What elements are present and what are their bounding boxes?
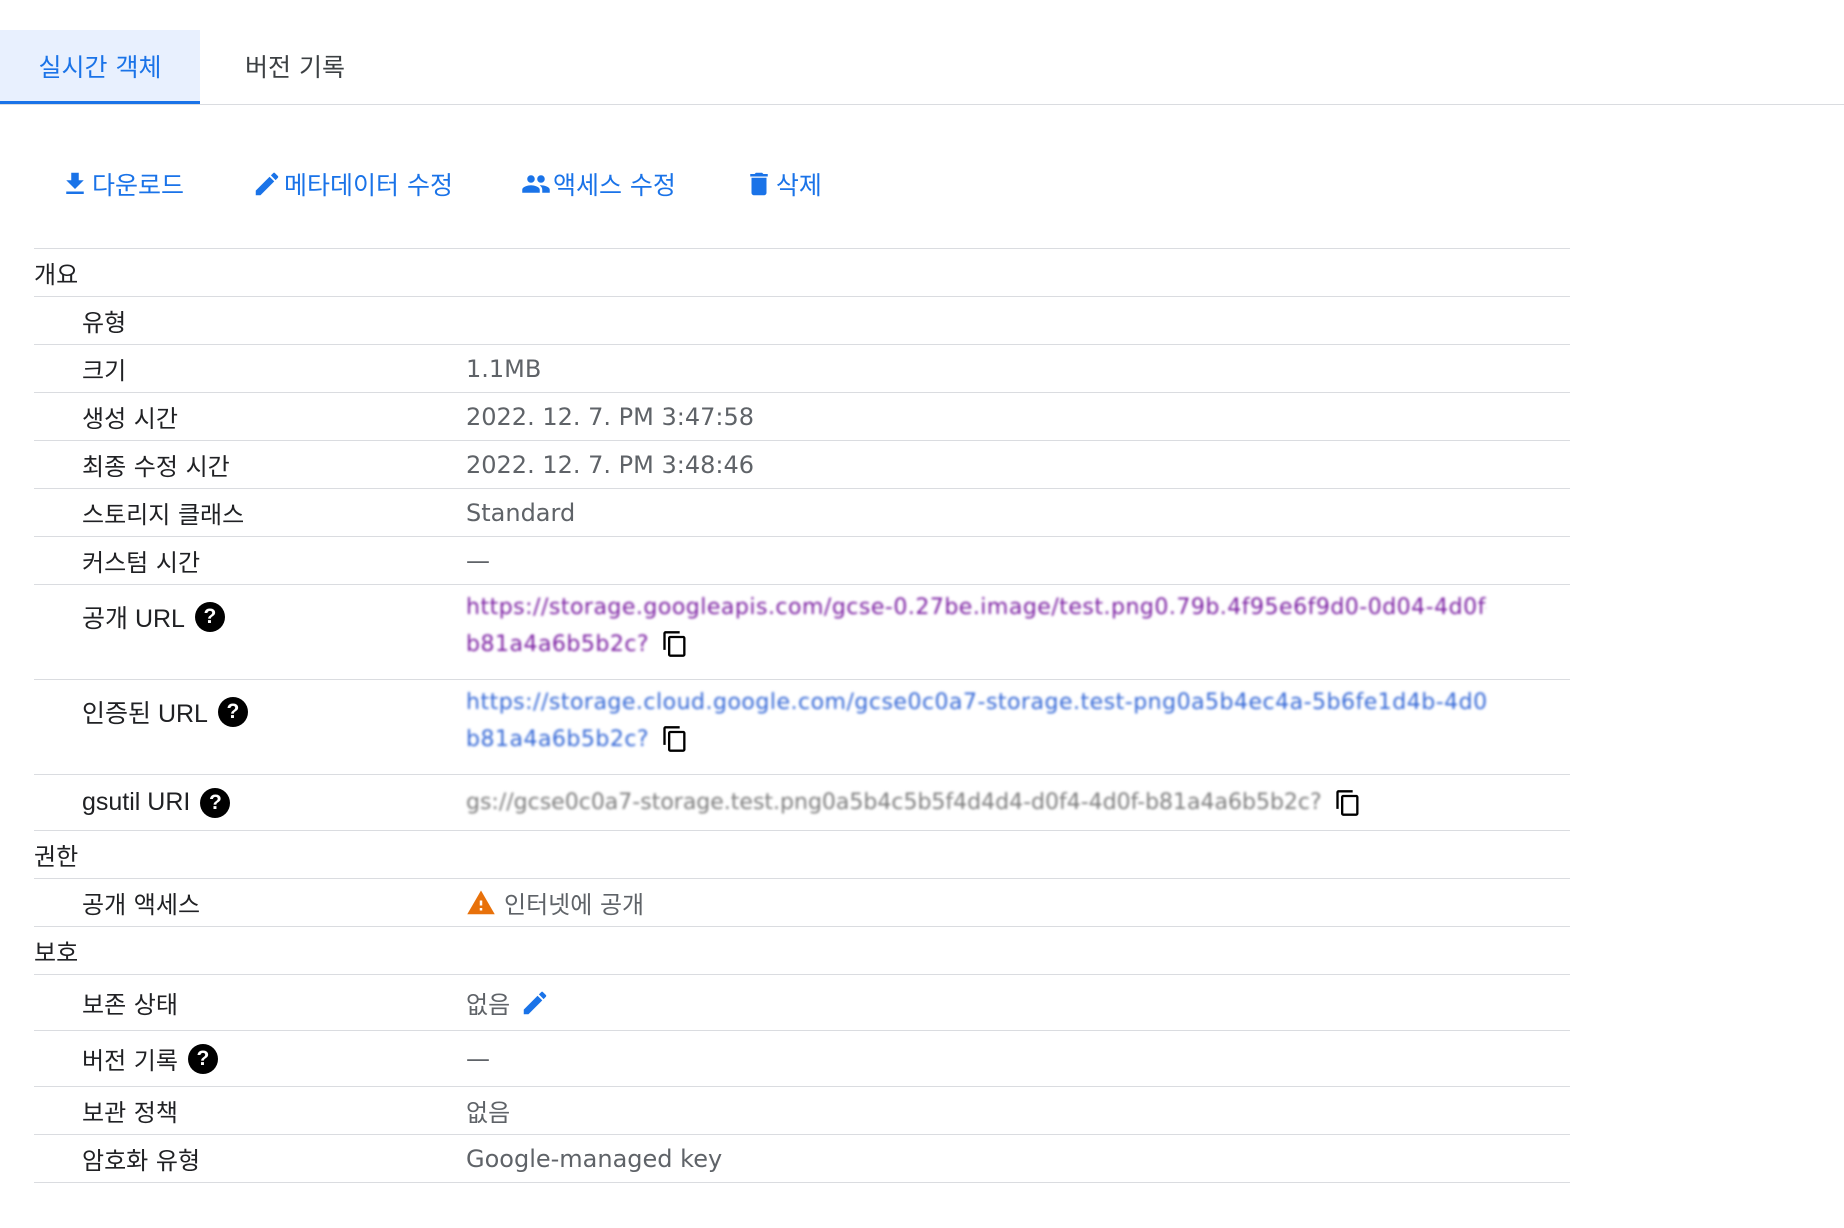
people-icon <box>522 175 550 193</box>
row-retention-policy: 보관 정책 없음 <box>34 1086 1570 1134</box>
storage-class-label: 스토리지 클래스 <box>82 501 245 529</box>
download-icon <box>66 172 84 194</box>
updated-label: 최종 수정 시간 <box>82 453 230 481</box>
gsutil-label: gsutil URI <box>82 788 191 816</box>
row-encryption: 암호화 유형 Google-managed key <box>34 1134 1570 1183</box>
edit-access-button[interactable]: 액세스 수정 <box>521 166 676 202</box>
auth-url-link[interactable]: https://storage.cloud.google.com/gcse0c0… <box>466 690 1486 715</box>
versioning-label-cell: 버전 기록 ? <box>34 1041 466 1076</box>
versioning-label: 버전 기록 <box>82 1047 178 1075</box>
public-url-link-cont[interactable]: b81a4a6b5b2c? <box>466 632 649 657</box>
section-permissions: 권한 <box>34 830 1570 878</box>
updated-value: 2022. 12. 7. PM 3:48:46 <box>466 450 754 479</box>
edit-metadata-label: 메타데이터 수정 <box>284 171 453 200</box>
hold-value: 없음 <box>466 991 511 1019</box>
retention-value: 없음 <box>466 1099 511 1127</box>
gsutil-value-cell: gs://gcse0c0a7-storage.test.png0a5b4c5b5… <box>466 789 1570 817</box>
public-url-label: 공개 URL <box>82 605 185 633</box>
object-details-table: 개요 유형 크기 1.1MB 생성 시간 2022. 12. 7. PM 3:4… <box>34 248 1570 1183</box>
copy-icon[interactable] <box>661 630 689 658</box>
row-created: 생성 시간 2022. 12. 7. PM 3:47:58 <box>34 392 1570 440</box>
help-icon[interactable]: ? <box>217 697 248 727</box>
row-custom-time: 커스텀 시간 — <box>34 536 1570 584</box>
download-label: 다운로드 <box>92 171 185 200</box>
created-value: 2022. 12. 7. PM 3:47:58 <box>466 402 754 431</box>
copy-icon[interactable] <box>1334 789 1362 817</box>
row-hold-status: 보존 상태 없음 <box>34 974 1570 1030</box>
hold-label: 보존 상태 <box>82 991 178 1019</box>
edit-metadata-button[interactable]: 메타데이터 수정 <box>252 166 453 202</box>
section-protection: 보호 <box>34 926 1570 974</box>
object-details-page: 실시간 객체 버전 기록 다운로드 메타데이터 수정 액세스 수정 삭제 개요 … <box>0 0 1844 1228</box>
section-title: 권한 <box>34 843 79 871</box>
help-icon[interactable]: ? <box>194 602 225 632</box>
versioning-value: — <box>466 1044 490 1073</box>
row-updated: 최종 수정 시간 2022. 12. 7. PM 3:48:46 <box>34 440 1570 488</box>
auth-url-label: 인증된 URL <box>82 700 208 728</box>
public-access-value-cell: 인터넷에 공개 <box>466 885 1570 920</box>
size-value: 1.1MB <box>466 354 542 383</box>
tab-version-history[interactable]: 버전 기록 <box>220 30 370 101</box>
storage-class-value: Standard <box>466 498 576 527</box>
public-url-label-cell: 공개 URL ? <box>34 585 466 635</box>
edit-access-label: 액세스 수정 <box>552 171 676 200</box>
row-public-url: 공개 URL ? https://storage.googleapis.com/… <box>34 584 1570 679</box>
row-gsutil-uri: gsutil URI ? gs://gcse0c0a7-storage.test… <box>34 774 1570 830</box>
pencil-icon <box>255 172 279 196</box>
encryption-value: Google-managed key <box>466 1144 723 1173</box>
custom-time-value: — <box>466 546 490 575</box>
retention-label: 보관 정책 <box>82 1099 178 1127</box>
warning-icon <box>467 890 495 914</box>
gsutil-value: gs://gcse0c0a7-storage.test.png0a5b4c5b5… <box>466 790 1322 815</box>
row-size: 크기 1.1MB <box>34 344 1570 392</box>
auth-url-link-cont[interactable]: b81a4a6b5b2c? <box>466 727 649 752</box>
tab-bar: 실시간 객체 버전 기록 <box>0 0 1844 105</box>
tab-live-object[interactable]: 실시간 객체 <box>0 30 200 104</box>
section-title: 보호 <box>34 939 79 967</box>
copy-icon[interactable] <box>661 725 689 753</box>
hold-value-cell: 없음 <box>466 985 1570 1020</box>
public-url-link[interactable]: https://storage.googleapis.com/gcse-0.27… <box>466 595 1486 620</box>
row-authenticated-url: 인증된 URL ? https://storage.cloud.google.c… <box>34 679 1570 774</box>
section-overview: 개요 <box>34 248 1570 296</box>
object-toolbar: 다운로드 메타데이터 수정 액세스 수정 삭제 <box>60 164 890 204</box>
type-label: 유형 <box>82 309 127 337</box>
row-type: 유형 <box>34 296 1570 344</box>
size-label: 크기 <box>82 357 127 385</box>
row-public-access: 공개 액세스 인터넷에 공개 <box>34 878 1570 926</box>
section-title: 개요 <box>34 261 79 289</box>
edit-hold-pencil-icon[interactable] <box>520 988 550 1018</box>
gsutil-label-cell: gsutil URI ? <box>34 787 466 818</box>
delete-label: 삭제 <box>775 171 822 200</box>
help-icon[interactable]: ? <box>187 1043 218 1074</box>
help-icon[interactable]: ? <box>200 787 231 818</box>
public-access-value: 인터넷에 공개 <box>504 891 645 919</box>
row-storage-class: 스토리지 클래스 Standard <box>34 488 1570 536</box>
auth-url-label-cell: 인증된 URL ? <box>34 680 466 730</box>
download-button[interactable]: 다운로드 <box>60 166 184 202</box>
auth-url-value: https://storage.cloud.google.com/gcse0c0… <box>466 680 1570 753</box>
public-url-value: https://storage.googleapis.com/gcse-0.27… <box>466 585 1570 658</box>
custom-time-label: 커스텀 시간 <box>82 549 201 577</box>
row-versioning: 버전 기록 ? — <box>34 1030 1570 1086</box>
created-label: 생성 시간 <box>82 405 178 433</box>
public-access-label: 공개 액세스 <box>82 891 201 919</box>
delete-button[interactable]: 삭제 <box>744 166 822 202</box>
trash-icon <box>750 172 768 196</box>
encryption-label: 암호화 유형 <box>82 1147 201 1175</box>
